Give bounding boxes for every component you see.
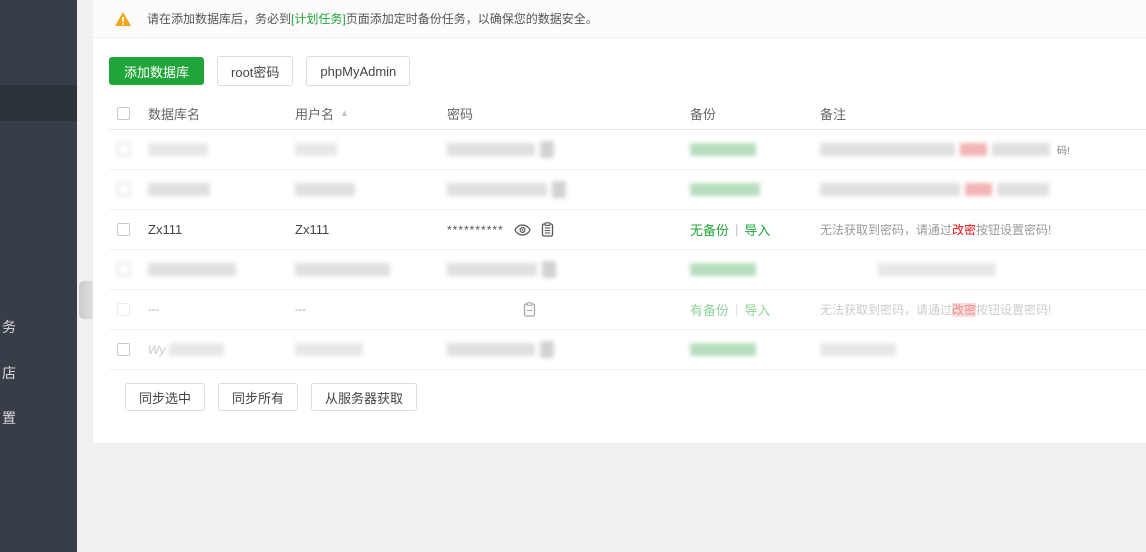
database-table: 数据库名 用户名 ▲ 密码 备份 备注 码! (109, 97, 1146, 411)
table-row-redacted-4: Wy (109, 330, 1146, 370)
note-tail-artifact: 码! (1057, 142, 1070, 157)
table-row-redacted-3 (109, 250, 1146, 290)
redacted-note (820, 343, 896, 356)
header-username-sortable[interactable]: 用户名 ▲ (295, 104, 447, 123)
sort-asc-icon: ▲ (340, 108, 349, 118)
table-footer: 同步选中 同步所有 从服务器获取 (125, 383, 1146, 411)
table-row-redacted-2 (109, 170, 1146, 210)
redacted-note (820, 143, 955, 156)
row-checkbox[interactable] (117, 263, 130, 276)
import-link[interactable]: 导入 (744, 300, 770, 319)
table-row-zx111: Zx111 Zx111 ********** (109, 210, 1146, 250)
warning-alert: 请在添加数据库后，务必到[计划任务]页面添加定时备份任务，以确保您的数据安全。 (93, 0, 1146, 38)
alert-text: 请在添加数据库后，务必到[计划任务]页面添加定时备份任务，以确保您的数据安全。 (147, 10, 598, 27)
redacted-copy-icon (552, 181, 566, 198)
has-backup-link[interactable]: 有备份 (690, 300, 729, 319)
row-checkbox[interactable] (117, 343, 130, 356)
db-name-cell: Zx111 (148, 222, 182, 237)
toolbar: 添加数据库 root密码 phpMyAdmin (93, 38, 1146, 97)
password-mask: ********** (447, 223, 504, 237)
alert-text-suffix: 页面添加定时备份任务，以确保您的数据安全。 (346, 12, 598, 26)
redacted-note (820, 183, 960, 196)
redacted-username (295, 183, 355, 196)
redacted-backup-links (690, 343, 756, 356)
redacted-copy-icon (540, 141, 554, 158)
redacted-username (295, 343, 363, 356)
note-cell: 无法获取到密码，请通过改密按钮设置密码! (820, 221, 1051, 238)
add-database-button[interactable]: 添加数据库 (109, 57, 204, 85)
copy-password-clipboard-icon[interactable] (523, 302, 536, 317)
root-password-button[interactable]: root密码 (217, 56, 293, 86)
sidebar-item-partial-1[interactable]: 务 (2, 318, 16, 336)
redacted-note-red (960, 143, 987, 156)
content-card: 请在添加数据库后，务必到[计划任务]页面添加定时备份任务，以确保您的数据安全。 … (93, 0, 1146, 443)
row-checkbox[interactable] (117, 223, 130, 236)
warning-triangle-icon (114, 11, 132, 27)
row-checkbox[interactable] (117, 303, 130, 316)
redacted-db-name (148, 263, 236, 276)
sidebar-collapse-handle[interactable] (79, 281, 93, 319)
sidebar: 务 店 置 (0, 0, 77, 552)
redacted-note (878, 263, 996, 276)
redacted-note (992, 143, 1050, 156)
note-prefix: 无法获取到密码，请通过 (820, 223, 952, 237)
sidebar-item-partial-2[interactable]: 店 (2, 364, 16, 382)
alert-text-prefix: 请在添加数据库后，务必到 (147, 12, 291, 26)
note-suffix: 按钮设置密码! (976, 223, 1051, 237)
header-password: 密码 (447, 104, 473, 123)
username-cell: --- (295, 304, 306, 316)
redacted-password (447, 343, 535, 356)
import-link[interactable]: 导入 (744, 220, 770, 239)
header-backup: 备份 (690, 104, 716, 123)
redacted-note-red (965, 183, 992, 196)
note-change-password-action: 改密 (952, 223, 976, 237)
note-cell: 无法获取到密码，请通过改密按钮设置密码! (820, 301, 1051, 318)
redacted-copy-icon (542, 261, 556, 278)
redacted-backup-links (690, 263, 756, 276)
redacted-backup-links (690, 183, 760, 196)
select-all-checkbox[interactable] (117, 107, 130, 120)
redacted-db-name (169, 343, 224, 356)
no-backup-link[interactable]: 无备份 (690, 220, 729, 239)
table-row-faded: --- --- 有备份 | 导入 无法获取到密码，请通过改密按钮设置密码! (109, 290, 1146, 330)
db-name-hint: Wy (148, 343, 165, 357)
header-username: 用户名 (295, 104, 334, 123)
fetch-from-server-button[interactable]: 从服务器获取 (311, 383, 417, 411)
redacted-db-name (148, 143, 208, 156)
row-checkbox[interactable] (117, 143, 130, 156)
redacted-db-name (148, 183, 210, 196)
show-password-eye-icon[interactable] (514, 224, 531, 236)
note-prefix: 无法获取到密码，请通过 (820, 303, 952, 317)
phpmyadmin-button[interactable]: phpMyAdmin (306, 56, 410, 86)
row-checkbox[interactable] (117, 183, 130, 196)
scheduled-tasks-link[interactable]: [计划任务] (291, 12, 346, 26)
sidebar-item-partial-3[interactable]: 置 (2, 409, 16, 427)
db-name-cell: --- (148, 304, 159, 316)
table-row-redacted-1: 码! (109, 130, 1146, 170)
redacted-note (997, 183, 1049, 196)
sidebar-active-item[interactable] (0, 85, 77, 121)
note-change-password-action: 改密 (952, 303, 976, 317)
note-suffix: 按钮设置密码! (976, 303, 1051, 317)
redacted-password (447, 263, 537, 276)
redacted-password (447, 143, 535, 156)
link-separator: | (735, 222, 738, 237)
table-header-row: 数据库名 用户名 ▲ 密码 备份 备注 (109, 97, 1146, 130)
redacted-username (295, 263, 390, 276)
link-separator: | (735, 302, 738, 317)
redacted-backup-links (690, 143, 756, 156)
username-cell: Zx111 (295, 222, 329, 237)
sync-all-button[interactable]: 同步所有 (218, 383, 298, 411)
copy-password-clipboard-icon[interactable] (541, 222, 554, 237)
sync-selected-button[interactable]: 同步选中 (125, 383, 205, 411)
redacted-copy-icon (540, 341, 554, 358)
header-note: 备注 (820, 104, 846, 123)
header-db-name: 数据库名 (148, 104, 200, 123)
redacted-username (295, 143, 337, 156)
redacted-password (447, 183, 547, 196)
